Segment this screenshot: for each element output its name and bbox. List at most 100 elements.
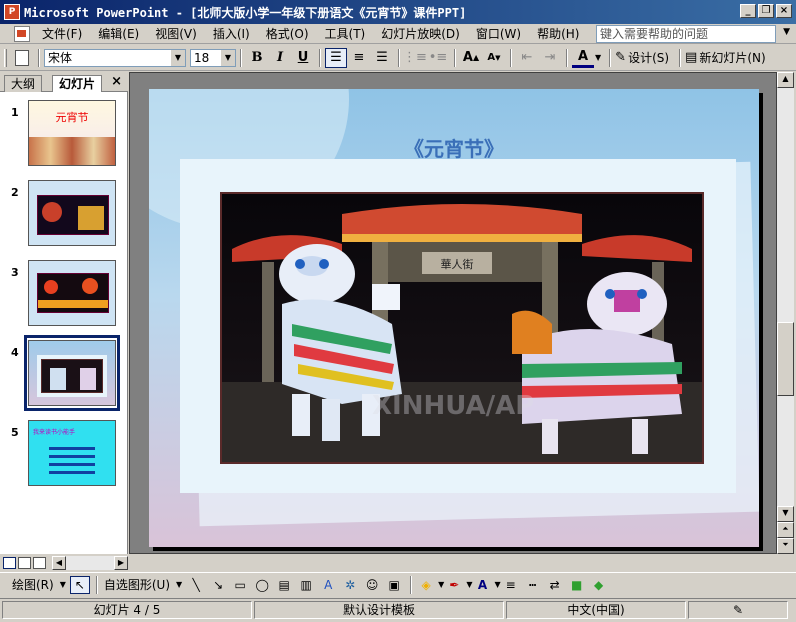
spellcheck-status[interactable]: ✎ [688, 600, 788, 619]
line-tool-icon[interactable]: ╲ [186, 576, 206, 594]
tab-outline[interactable]: 大纲 [4, 75, 43, 92]
chevron-down-icon[interactable]: ▼ [595, 53, 601, 62]
title-bar[interactable]: P Microsoft PowerPoint - [北师大版小学一年级下册语文《… [0, 0, 796, 24]
chevron-down-icon[interactable]: ▼ [176, 580, 182, 589]
line-color-icon[interactable]: ✒ [444, 576, 464, 594]
increase-indent-button[interactable]: ⇥ [539, 48, 561, 68]
design-icon[interactable]: ✎ [615, 50, 626, 65]
numbering-button[interactable]: ⋮≡ [403, 48, 427, 68]
menu-tools[interactable]: 工具(T) [319, 25, 372, 42]
align-right-button[interactable]: ☰ [371, 48, 393, 68]
menu-format[interactable]: 格式(O) [260, 25, 315, 42]
diagram-icon[interactable]: ✲ [340, 576, 360, 594]
font-size-combo[interactable]: 18 ▼ [190, 48, 236, 67]
align-left-button[interactable]: ☰ [325, 47, 347, 68]
bullets-button[interactable]: •≡ [427, 48, 449, 68]
shadow-style-icon[interactable]: ■ [567, 576, 587, 594]
document-icon[interactable] [14, 25, 30, 42]
new-slide-button[interactable]: 新幻灯片(N) [699, 49, 765, 66]
help-placeholder: 键入需要帮助的问题 [600, 27, 709, 41]
thumb-lion [50, 368, 66, 390]
menu-file[interactable]: 文件(F) [36, 25, 88, 42]
scroll-left-icon[interactable]: ◀ [52, 556, 66, 570]
slide-sorter-view-icon[interactable] [18, 557, 31, 569]
pane-close-icon[interactable]: × [111, 74, 122, 89]
photo-watermark: XINHUA/AP [372, 391, 534, 421]
scroll-right-icon[interactable]: ▶ [114, 556, 128, 570]
horizontal-scrollbar[interactable]: ◀ ▶ [52, 556, 128, 570]
draw-menu-button[interactable]: 绘图(R) [12, 576, 54, 593]
chevron-down-icon[interactable]: ▼ [60, 580, 66, 589]
tab-slides[interactable]: 幻灯片 [52, 75, 103, 92]
select-pointer-icon[interactable]: ↖ [69, 575, 90, 594]
previous-slide-icon[interactable]: ⏶ [777, 522, 794, 538]
slide-thumbnail-1[interactable]: 元宵节 [28, 100, 116, 166]
next-slide-icon[interactable]: ⏷ [777, 538, 794, 554]
slide-thumbnail-4[interactable] [28, 340, 116, 406]
bold-button[interactable]: B [246, 48, 268, 68]
menu-view[interactable]: 视图(V) [149, 25, 203, 42]
font-color-button[interactable]: A [572, 48, 594, 68]
font-name-combo[interactable]: 宋体 ▼ [44, 48, 186, 67]
vertical-scrollbar[interactable]: ▲ ▼ ⏶ ⏷ [777, 72, 794, 554]
close-button[interactable]: × [776, 4, 792, 18]
grow-font-button[interactable]: A ▲ [460, 48, 482, 68]
new-slide-icon-button[interactable] [11, 48, 33, 68]
slide-title[interactable]: 《元宵节》 [149, 133, 759, 162]
insert-picture-icon[interactable]: ▣ [384, 576, 404, 594]
thumb-title: 我来读书小能手 [33, 429, 76, 436]
slide-thumbnail-3[interactable] [28, 260, 116, 326]
scroll-up-icon[interactable]: ▲ [777, 72, 794, 88]
dash-style-icon[interactable]: ┅ [523, 576, 543, 594]
menu-slideshow[interactable]: 幻灯片放映(D) [375, 25, 466, 42]
wordart-icon[interactable]: A [318, 576, 338, 594]
slideshow-view-icon[interactable] [33, 557, 46, 569]
clipart-icon[interactable]: ☺ [362, 576, 382, 594]
menu-window[interactable]: 窗口(W) [470, 25, 527, 42]
fill-color-icon[interactable]: ◈ [416, 576, 436, 594]
vertical-textbox-icon[interactable]: ▥ [296, 576, 316, 594]
menu-insert[interactable]: 插入(I) [207, 25, 256, 42]
normal-view-icon[interactable] [3, 557, 16, 569]
minimize-button[interactable]: _ [740, 4, 756, 18]
textbox-tool-icon[interactable]: ▤ [274, 576, 294, 594]
align-center-button[interactable]: ≡ [348, 48, 370, 68]
decrease-indent-button[interactable]: ⇤ [516, 48, 538, 68]
shrink-font-button[interactable]: A ▼ [483, 48, 505, 68]
design-button[interactable]: 设计(S) [628, 49, 669, 66]
font-color-icon[interactable]: A [472, 576, 492, 594]
menu-help[interactable]: 帮助(H) [531, 25, 585, 42]
restore-button[interactable]: ❐ [758, 4, 774, 18]
current-slide[interactable]: 《元宵节》 華人街 XINHUA/AP [149, 89, 759, 547]
thumb-lantern [44, 280, 58, 294]
3d-style-icon[interactable]: ◆ [589, 576, 609, 594]
toolbar-grip[interactable] [4, 48, 7, 67]
oval-tool-icon[interactable]: ◯ [252, 576, 272, 594]
chevron-down-icon[interactable]: ▼ [783, 27, 790, 37]
chevron-down-icon[interactable]: ▼ [221, 49, 235, 66]
arrow-tool-icon[interactable]: ↘ [208, 576, 228, 594]
drawing-toolbar: 绘图(R) ▼ ↖ 自选图形(U) ▼ ╲ ↘ ▭ ◯ ▤ ▥ A ✲ ☺ ▣ … [0, 572, 796, 596]
slide-editing-area[interactable]: 《元宵节》 華人街 XINHUA/AP [129, 72, 777, 554]
lion-dance-photo[interactable]: 華人街 XINHUA/AP [220, 192, 704, 464]
rectangle-tool-icon[interactable]: ▭ [230, 576, 250, 594]
autoshapes-button[interactable]: 自选图形(U) [104, 576, 170, 593]
line-style-icon[interactable]: ≡ [501, 576, 521, 594]
slide-thumbnail-5[interactable]: 我来读书小能手 [28, 420, 116, 486]
thumb-photo [37, 195, 109, 235]
font-name-value: 宋体 [48, 51, 73, 65]
new-slide-icon[interactable]: ▤ [685, 50, 697, 65]
scroll-down-icon[interactable]: ▼ [777, 506, 794, 522]
slide-thumbnail-2[interactable] [28, 180, 116, 246]
menu-edit[interactable]: 编辑(E) [92, 25, 145, 42]
help-search-input[interactable]: 键入需要帮助的问题 [596, 25, 776, 43]
italic-button[interactable]: I [269, 48, 291, 68]
arrow-style-icon[interactable]: ⇄ [545, 576, 565, 594]
powerpoint-app-icon[interactable]: P [4, 4, 20, 20]
thumb-title: 元宵节 [55, 111, 89, 124]
thumb-text-line [49, 471, 95, 474]
view-switcher: ◀ ▶ [0, 554, 128, 572]
scrollbar-thumb[interactable] [777, 322, 794, 396]
underline-button[interactable]: U [292, 48, 314, 68]
chevron-down-icon[interactable]: ▼ [171, 49, 185, 66]
